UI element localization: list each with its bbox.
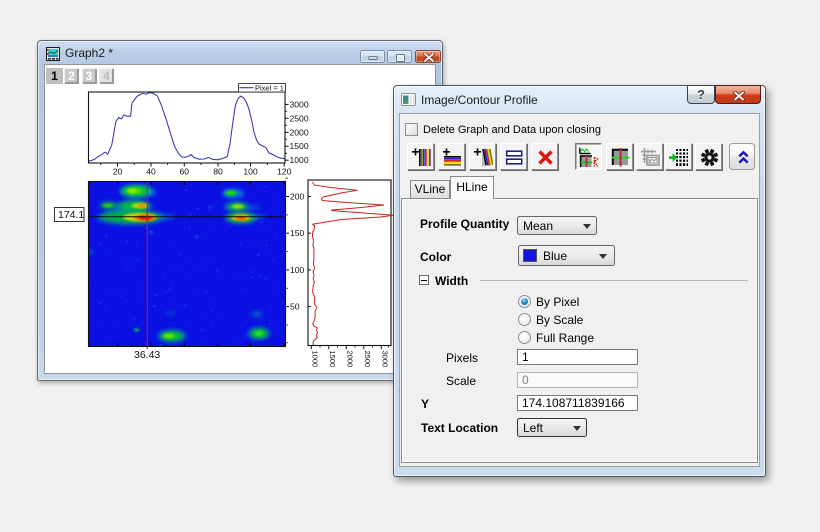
svg-text:2500: 2500 [290,113,309,123]
svg-text:200: 200 [290,192,305,202]
svg-text:Pixel = 1: Pixel = 1 [255,84,284,93]
svg-text:50: 50 [290,302,300,312]
svg-text:3000: 3000 [381,351,390,368]
svg-text:100: 100 [243,167,258,177]
svg-text:120: 120 [277,167,292,177]
svg-text:3000: 3000 [290,99,309,109]
svg-text:36.43: 36.43 [134,349,160,361]
svg-text:2500: 2500 [363,351,372,368]
svg-text:1000: 1000 [311,351,320,368]
svg-text:1000: 1000 [290,155,309,165]
svg-text:1500: 1500 [328,351,337,368]
svg-text:60: 60 [180,167,190,177]
svg-text:100: 100 [290,265,305,275]
svg-text:2000: 2000 [346,351,355,368]
svg-text:150: 150 [290,228,305,238]
svg-text:80: 80 [213,167,223,177]
svg-text:40: 40 [146,167,156,177]
svg-text:174.1: 174.1 [58,209,84,221]
svg-text:20: 20 [113,167,123,177]
svg-text:1500: 1500 [290,141,309,151]
svg-text:2000: 2000 [290,127,309,137]
